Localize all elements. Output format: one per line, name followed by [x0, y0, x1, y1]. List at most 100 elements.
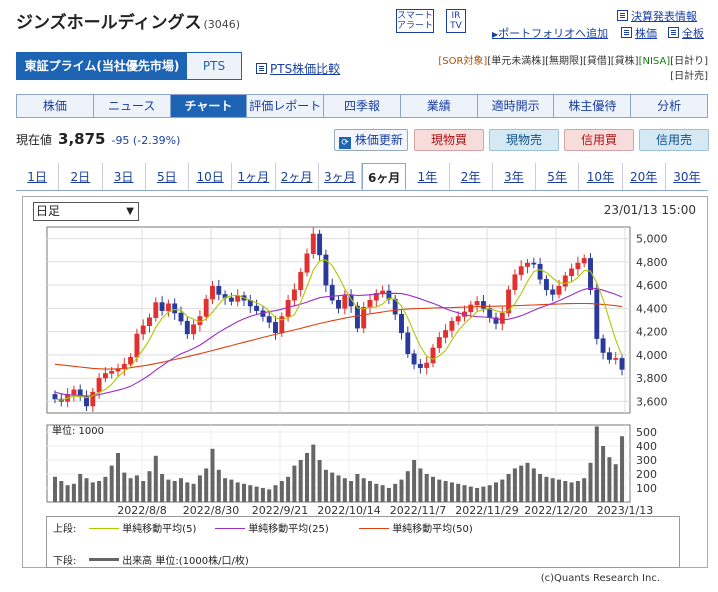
volume-tick-label: 100: [636, 482, 657, 495]
candle-body: [304, 253, 310, 273]
volume-bar: [487, 485, 492, 502]
candle-body: [153, 302, 159, 318]
legend-ma5-label: 単純移動平均(5): [122, 524, 197, 535]
volume-bar: [166, 479, 171, 502]
candle-body: [411, 353, 417, 365]
volume-bar: [531, 468, 536, 502]
volume-bar: [449, 482, 454, 502]
volume-bar: [53, 476, 57, 502]
volume-bar: [519, 465, 524, 502]
volume-bar: [71, 483, 76, 502]
ma25-swatch: [215, 528, 245, 529]
volume-bar: [456, 483, 461, 502]
candle-body: [128, 356, 134, 365]
volume-bar: [399, 479, 404, 502]
candle-body: [323, 254, 329, 286]
candle-body: [512, 274, 518, 291]
volume-bar: [355, 474, 360, 502]
volume-bar: [172, 481, 177, 502]
volume-bar: [582, 478, 587, 502]
price-tick-label: 4,600: [636, 279, 668, 292]
candle-body: [449, 320, 455, 331]
candle-body: [550, 289, 556, 295]
ma5-swatch: [89, 528, 119, 529]
legend-ma25: 単純移動平均(25): [215, 520, 329, 535]
volume-bar: [235, 482, 240, 502]
volume-tick-label: 400: [636, 440, 657, 453]
volume-tick-label: 200: [636, 468, 657, 481]
candle-body: [254, 305, 260, 311]
legend-volume-label: 出来高 単位:(1000株/口/枚): [122, 556, 249, 567]
volume-bar: [223, 478, 228, 502]
legend-volume: 出来高 単位:(1000株/口/枚): [89, 552, 249, 567]
volume-bar: [613, 464, 618, 502]
volume-bar: [418, 468, 423, 502]
volume-bar: [443, 481, 448, 502]
price-panel: [46, 226, 631, 414]
candle-body: [594, 289, 600, 339]
volume-bar: [431, 476, 435, 502]
volume-bar: [330, 472, 335, 502]
volume-bar: [229, 479, 234, 502]
ma50-swatch: [359, 528, 389, 529]
legend-ma5: 単純移動平均(5): [89, 520, 196, 535]
volume-bar: [191, 483, 196, 502]
volume-bar: [286, 476, 291, 502]
candle-body: [298, 272, 304, 291]
volume-bar: [248, 485, 253, 502]
candle-body: [480, 301, 486, 309]
volume-tick-label: 500: [636, 426, 657, 439]
volume-bar: [349, 481, 354, 502]
candle-body: [71, 389, 77, 395]
candle-body: [405, 332, 411, 354]
volume-bar: [380, 485, 385, 502]
candle-body: [329, 284, 335, 301]
volume-bar: [475, 488, 480, 502]
candle-body: [102, 373, 108, 379]
volume-bar: [361, 478, 366, 502]
candle-body: [455, 316, 461, 322]
volume-bar: [437, 479, 442, 502]
candle-body: [354, 305, 360, 329]
volume-bar: [512, 468, 517, 502]
volume-bar: [588, 462, 593, 502]
legend-lower-label: 下段:: [53, 556, 77, 567]
volume-bar: [210, 448, 215, 502]
volume-bar: [557, 479, 561, 502]
volume-bar: [462, 485, 467, 502]
volume-bar: [292, 465, 297, 502]
candle-body: [606, 352, 612, 360]
candle-body: [172, 303, 178, 314]
candle-body: [90, 391, 96, 407]
volume-unit-label: 単位: 1000: [52, 424, 104, 437]
volume-bar: [550, 478, 555, 502]
volume-bar: [336, 475, 341, 502]
stock-chart: 3,600 3,800 4,000 4,200 4,400 4,600 4,800 5,000…: [46, 226, 668, 517]
candle-body: [178, 312, 184, 322]
candle-body: [191, 324, 197, 335]
candle-body: [518, 266, 524, 275]
volume-bar: [153, 455, 158, 502]
candle-body: [525, 262, 530, 267]
candle-body: [147, 317, 152, 327]
candle-body: [235, 295, 241, 302]
volume-bar: [594, 426, 599, 502]
volume-bar: [323, 469, 328, 502]
candle-body: [569, 268, 575, 277]
volume-swatch: [89, 558, 119, 561]
volume-bar: [544, 476, 549, 502]
candle-body: [537, 263, 543, 280]
price-tick-label: 4,800: [636, 256, 668, 269]
volume-bar: [393, 483, 398, 502]
candle-body: [203, 298, 209, 317]
price-tick-label: 4,200: [636, 326, 668, 339]
volume-bar: [179, 478, 183, 502]
candle-body: [531, 262, 537, 265]
volume-bar: [298, 460, 303, 502]
volume-bar: [279, 481, 284, 502]
volume-bar: [90, 482, 95, 502]
volume-bar: [620, 436, 624, 502]
candle-body: [197, 316, 203, 325]
candle-body: [575, 262, 581, 270]
candle-body: [613, 358, 619, 360]
